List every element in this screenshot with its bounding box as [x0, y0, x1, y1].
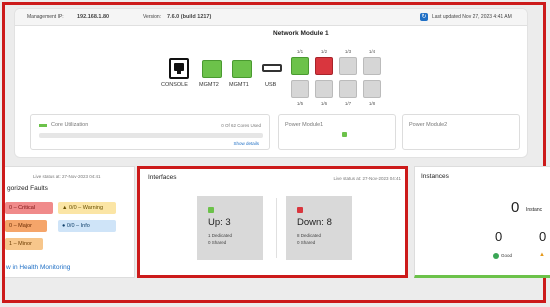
up-shared-text: 0 Shared	[208, 240, 227, 245]
console-label: CONSOLE	[161, 82, 188, 88]
interfaces-panel: Interfaces Live status at: 27-Nov-2023 0…	[137, 166, 408, 278]
info-fault-text: 0/0 – Info	[66, 223, 90, 229]
instances-panel: Instances 0 Instanc 0 Good 0 ▲	[414, 166, 550, 278]
version-value: 7.6.0 (build 1217)	[167, 14, 212, 20]
faults-title: gorized Faults	[7, 185, 48, 192]
mgmt1-port[interactable]	[232, 60, 252, 78]
port-1-3[interactable]	[339, 57, 357, 75]
warning-fault-text: 0/0 – Warning	[68, 205, 104, 211]
instances-title: Instances	[421, 173, 449, 180]
port-number-1-8: 1/8	[368, 101, 376, 106]
core-utilization-bar	[39, 133, 263, 138]
up-status-icon	[208, 207, 214, 213]
power-module2-label: Power Module2	[409, 122, 448, 128]
usb-label: USB	[265, 82, 277, 88]
up-dedicated-text: 1 Dedicated	[208, 233, 233, 238]
system-info-bar: Management IP: 192.168.1.80 Version: 7.6…	[15, 9, 527, 26]
port-1-8[interactable]	[363, 80, 381, 98]
interfaces-up-label: Up: 3	[208, 217, 231, 228]
power-module1-status-icon	[342, 132, 347, 137]
interfaces-down-card[interactable]: Down: 8 8 Dedicated 0 Shared	[286, 196, 352, 260]
minor-fault-text: 1 – Minor	[9, 241, 32, 247]
instances-good-label: Good	[501, 253, 513, 258]
port-1-6[interactable]	[315, 80, 333, 98]
health-monitoring-link[interactable]: w in Health Monitoring	[6, 264, 70, 271]
faults-live-status: Live status at: 27-Nov-2023 04:41	[33, 174, 101, 179]
mgmt-ip-value: 192.168.1.80	[77, 14, 110, 20]
interfaces-live-status: Live status at: 27-Nov-2023 04:41	[333, 176, 401, 181]
port-1-2[interactable]	[315, 57, 333, 75]
instances-second-count: 0	[539, 229, 547, 244]
info-fault-badge[interactable]: ● 0/0 – Info	[58, 220, 116, 232]
mgmt2-label: MGMT2	[199, 82, 219, 88]
console-port[interactable]	[169, 58, 189, 79]
critical-fault-badge[interactable]: 0 – Critical	[5, 202, 53, 214]
major-fault-badge[interactable]: 0 – Major	[5, 220, 47, 232]
warning-fault-badge[interactable]: ▲ 0/0 – Warning	[58, 202, 116, 214]
mgmt-ip-label: Management IP:	[27, 14, 64, 20]
mgmt1-label: MGMT1	[229, 82, 249, 88]
instances-good-count: 0	[495, 229, 503, 244]
port-number-1-4: 1/4	[368, 49, 376, 54]
power-module1-card: Power Module1	[278, 114, 396, 150]
port-1-1[interactable]	[291, 57, 309, 75]
last-updated-text: Last updated Nov 27, 2023 4:41 AM	[432, 14, 512, 20]
core-utilization-label: Core Utilization	[51, 122, 89, 128]
down-shared-text: 0 Shared	[297, 240, 316, 245]
major-fault-text: 0 – Major	[9, 223, 32, 229]
interfaces-divider	[276, 198, 277, 258]
warning-status-icon: ▲	[539, 252, 545, 258]
cores-used-text: 0 Of 62 Cores Used	[221, 123, 261, 128]
interfaces-up-card[interactable]: Up: 3 1 Dedicated 0 Shared	[197, 196, 263, 260]
down-status-icon	[297, 207, 303, 213]
minor-fault-badge[interactable]: 1 – Minor	[5, 238, 43, 250]
usb-port[interactable]	[262, 64, 282, 72]
warning-icon: ▲	[62, 205, 68, 211]
instances-total-label: Instanc	[526, 207, 543, 213]
network-module-title: Network Module 1	[273, 30, 329, 37]
port-number-1-6: 1/6	[320, 101, 328, 106]
interfaces-title: Interfaces	[148, 174, 177, 181]
port-1-4[interactable]	[363, 57, 381, 75]
mgmt2-port[interactable]	[202, 60, 222, 78]
good-status-icon	[493, 253, 499, 259]
info-icon: ●	[62, 223, 66, 229]
port-number-1-2: 1/2	[320, 49, 328, 54]
port-number-1-5: 1/5	[296, 101, 304, 106]
interfaces-down-label: Down: 8	[297, 217, 332, 228]
power-module1-label: Power Module1	[285, 122, 324, 128]
refresh-icon[interactable]: ↻	[420, 13, 428, 21]
core-utilization-card: Core Utilization 0 Of 62 Cores Used Show…	[30, 114, 270, 150]
port-number-1-7: 1/7	[344, 101, 352, 106]
port-number-1-1: 1/1	[296, 49, 304, 54]
critical-fault-text: 0 – Critical	[9, 205, 35, 211]
power-module2-card: Power Module2	[402, 114, 520, 150]
core-utilization-icon	[39, 124, 47, 127]
port-1-7[interactable]	[339, 80, 357, 98]
port-number-1-3: 1/3	[344, 49, 352, 54]
instances-total-count: 0	[511, 199, 520, 216]
down-dedicated-text: 8 Dedicated	[297, 233, 322, 238]
port-1-5[interactable]	[291, 80, 309, 98]
version-label: Version:	[143, 14, 162, 20]
console-port-icon	[174, 63, 184, 71]
show-details-link[interactable]: Show details	[233, 141, 259, 146]
